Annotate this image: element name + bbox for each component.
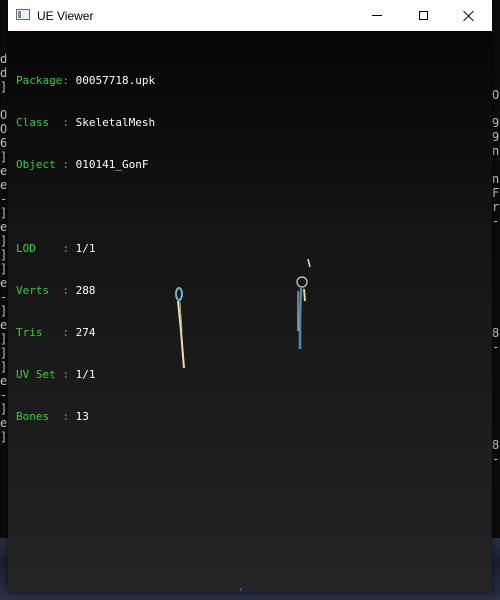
close-icon [463,10,475,22]
app-window-icon [16,9,30,20]
minimize-icon [372,15,382,16]
title-bar[interactable]: UE Viewer [8,0,492,31]
close-button[interactable] [446,0,492,31]
maximize-button[interactable] [400,0,446,31]
mesh-strand-right [296,258,311,349]
minimize-button[interactable] [354,0,400,31]
3d-viewport[interactable]: Package: 00057718.upk Class : SkeletalMe… [8,31,492,592]
maximize-icon [418,11,428,20]
background-console-right: O 9 9 n n F r - 8 - 8 - [492,88,500,466]
skeletal-mesh-render [175,258,311,591]
mesh-strand-left [175,287,185,369]
window-title: UE Viewer [37,9,94,23]
ue-viewer-window: UE Viewer Package: 00057718.upk Class : … [8,0,492,592]
